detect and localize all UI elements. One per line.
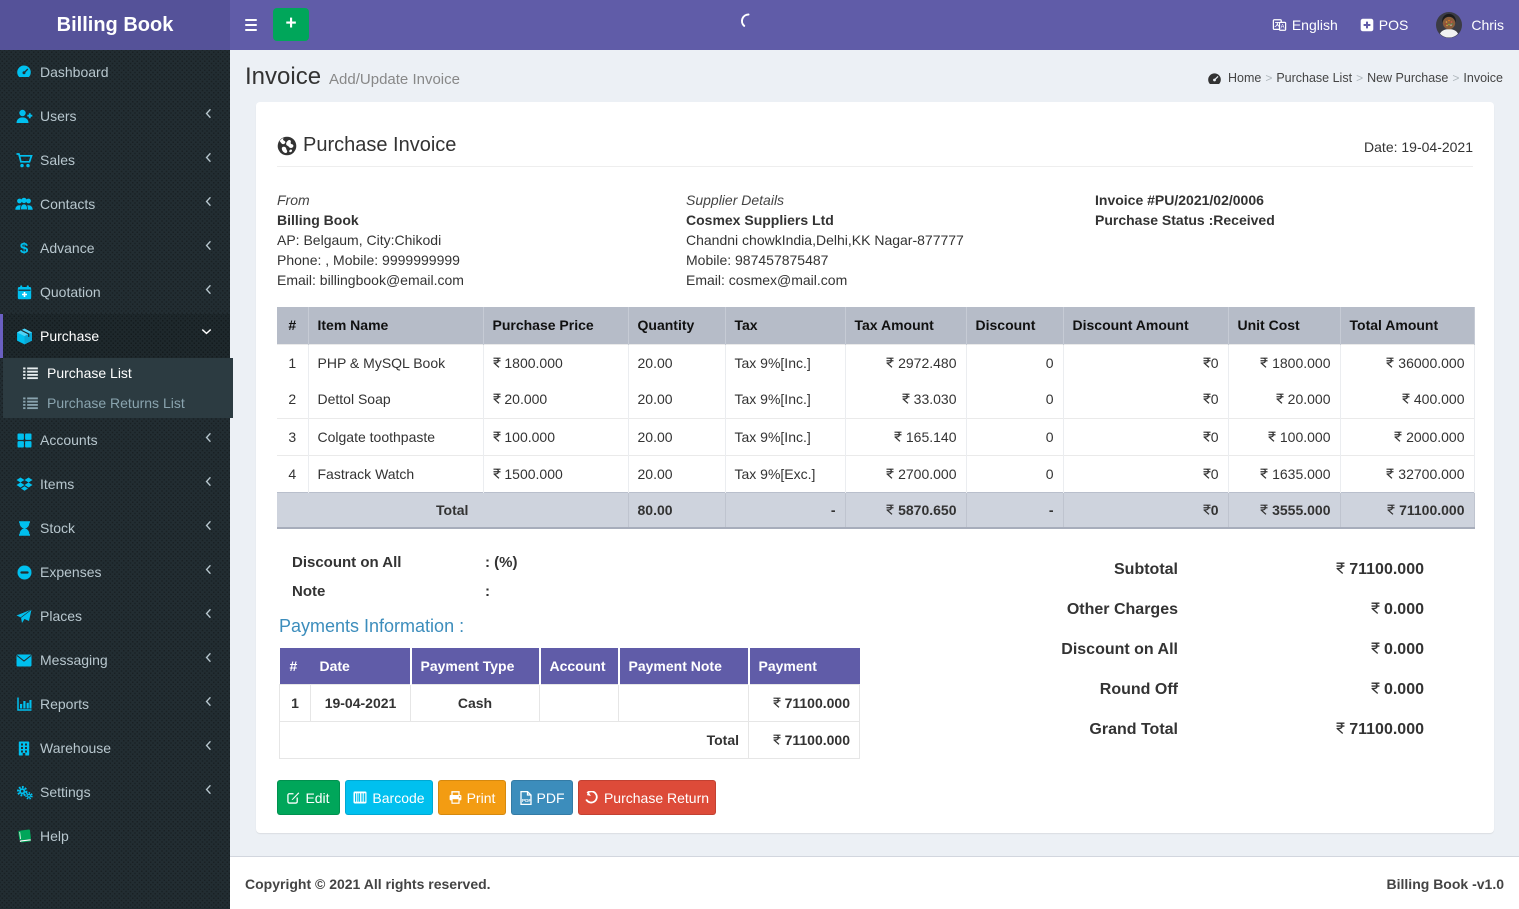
svg-text:PDF: PDF bbox=[522, 798, 531, 803]
